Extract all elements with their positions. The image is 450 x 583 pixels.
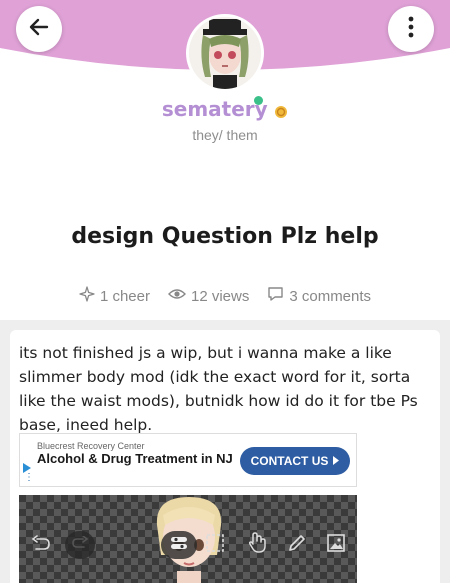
editor-toolbar — [19, 531, 357, 561]
pronouns: they/ them — [192, 127, 258, 143]
profile-header: sematery they/ them design Question Plz … — [0, 0, 450, 320]
hand-button[interactable] — [243, 531, 271, 559]
sparkle-icon — [79, 286, 95, 306]
ad-cta-label: CONTACT US — [250, 454, 329, 468]
cheer-count: 1 cheer — [99, 287, 150, 305]
pencil-button[interactable] — [283, 531, 311, 559]
more-vertical-icon — [408, 16, 414, 43]
ad-sponsor: Bluecrest Recovery Center — [37, 441, 145, 451]
ad-choices-icon[interactable] — [23, 460, 31, 473]
username-row: sematery — [0, 97, 450, 121]
avatar[interactable] — [186, 14, 264, 105]
avatar-image — [186, 14, 264, 92]
gold-badge-icon — [274, 105, 288, 119]
select-button[interactable] — [201, 531, 229, 559]
back-button[interactable] — [16, 6, 62, 52]
comment-icon — [267, 286, 284, 306]
select-icon — [205, 533, 225, 558]
undo-button[interactable] — [27, 531, 55, 559]
toggle-icon — [169, 535, 189, 556]
username[interactable]: sematery — [162, 97, 268, 121]
ad-menu-icon[interactable]: ⋮ — [24, 472, 34, 483]
ad-title[interactable]: Alcohol & Drug Treatment in NJ — [37, 452, 237, 466]
comments-count: 3 comments — [289, 287, 372, 305]
cheer-stat[interactable]: 1 cheer — [79, 286, 150, 306]
image-icon — [326, 533, 346, 558]
post-stats: 1 cheer 12 views 3 comments — [0, 286, 450, 306]
hand-icon — [247, 531, 267, 559]
image-button[interactable] — [322, 531, 350, 559]
eye-icon — [167, 287, 186, 305]
back-arrow-icon — [28, 16, 50, 43]
redo-icon — [71, 534, 89, 555]
pencil-icon — [287, 533, 307, 558]
redo-button[interactable] — [65, 531, 95, 559]
more-options-button[interactable] — [388, 6, 434, 52]
ad-banner[interactable]: ⋮ Bluecrest Recovery Center Alcohol & Dr… — [19, 433, 357, 487]
post-body: its not finished js a wip, but i wanna m… — [19, 344, 418, 434]
post-title: design Question Plz help — [71, 224, 379, 249]
views-count: 12 views — [190, 287, 250, 305]
ad-contact-button[interactable]: CONTACT US — [240, 447, 350, 475]
views-stat: 12 views — [167, 287, 250, 305]
toggle-button[interactable] — [161, 531, 197, 559]
chevron-right-icon — [333, 454, 340, 468]
undo-icon — [31, 534, 51, 556]
comments-stat[interactable]: 3 comments — [267, 286, 371, 306]
post-image[interactable] — [19, 495, 357, 583]
